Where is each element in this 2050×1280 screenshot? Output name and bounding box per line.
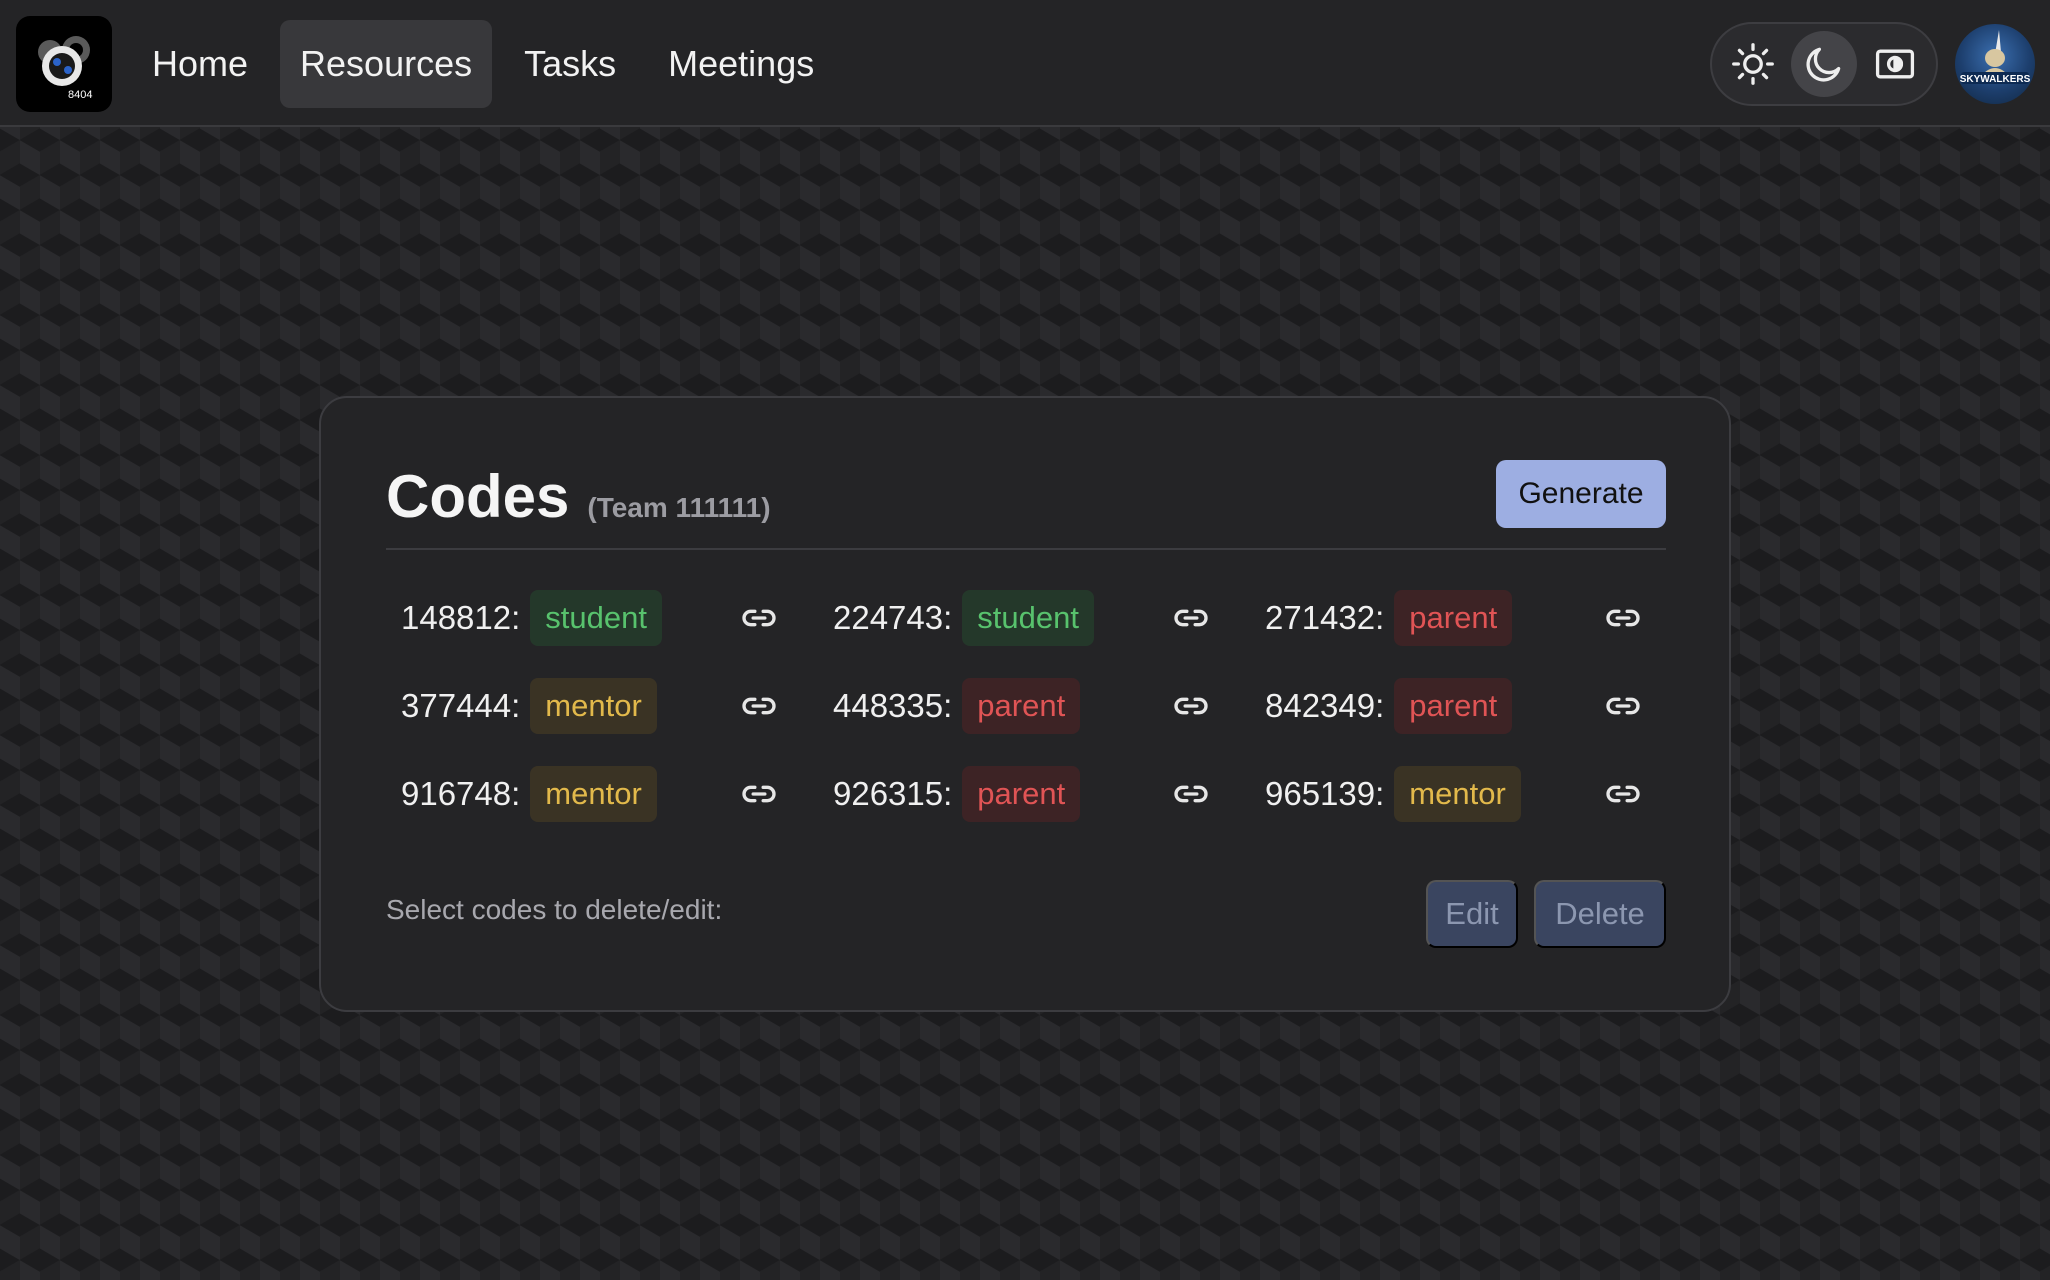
avatar-image-icon: SKYWALKERS: [1960, 30, 2031, 85]
code-number: 448335:: [833, 687, 953, 724]
role-badge: mentor: [530, 678, 657, 734]
code-item[interactable]: 965139: mentor: [1265, 762, 1697, 826]
codes-list: 148812: student 224743: student 271432: paren…: [401, 586, 1661, 826]
link-icon[interactable]: [1171, 774, 1211, 814]
theme-switcher: [1710, 22, 1938, 106]
moon-icon: [1806, 47, 1841, 82]
code-number: 377444:: [401, 687, 521, 724]
code-item[interactable]: 148812: student: [401, 586, 833, 650]
role-badge: student: [530, 590, 662, 646]
link-icon[interactable]: [1171, 686, 1211, 726]
nav-tasks[interactable]: Tasks: [504, 20, 636, 108]
system-theme-button[interactable]: [1862, 31, 1928, 97]
link-icon[interactable]: [739, 598, 779, 638]
role-badge: parent: [1394, 590, 1513, 646]
delete-button[interactable]: Delete: [1534, 880, 1666, 948]
gear-logo-icon: 8404: [38, 36, 92, 101]
code-item[interactable]: 224743: student: [833, 586, 1265, 650]
code-number: 842349:: [1265, 687, 1385, 724]
contrast-icon: [1875, 49, 1915, 79]
code-number: 271432:: [1265, 599, 1385, 636]
link-icon[interactable]: [739, 686, 779, 726]
role-badge: mentor: [530, 766, 657, 822]
nav-meetings[interactable]: Meetings: [648, 20, 834, 108]
role-badge: parent: [1394, 678, 1513, 734]
svg-text:8404: 8404: [68, 89, 92, 101]
link-icon[interactable]: [1171, 598, 1211, 638]
role-badge: parent: [962, 678, 1081, 734]
select-hint: Select codes to delete/edit:: [386, 894, 723, 925]
code-item[interactable]: 448335: parent: [833, 674, 1265, 738]
link-icon[interactable]: [1603, 598, 1643, 638]
link-icon[interactable]: [739, 774, 779, 814]
code-item[interactable]: 377444: mentor: [401, 674, 833, 738]
role-badge: student: [962, 590, 1094, 646]
code-number: 965139:: [1265, 775, 1385, 812]
light-theme-button[interactable]: [1720, 31, 1786, 97]
code-number: 224743:: [833, 599, 953, 636]
nav-resources[interactable]: Resources: [280, 20, 493, 108]
team-subtitle: (Team 111111): [587, 492, 771, 523]
code-item[interactable]: 926315: parent: [833, 762, 1265, 826]
codes-title: Codes: [386, 463, 570, 530]
role-badge: parent: [962, 766, 1081, 822]
code-item[interactable]: 271432: parent: [1265, 586, 1697, 650]
role-badge: mentor: [1394, 766, 1521, 822]
code-number: 926315:: [833, 775, 953, 812]
link-icon[interactable]: [1603, 774, 1643, 814]
edit-button[interactable]: Edit: [1426, 880, 1518, 948]
main-nav: Home Resources Tasks Meetings: [132, 20, 834, 108]
nav-home[interactable]: Home: [132, 20, 268, 108]
dark-theme-button[interactable]: [1791, 31, 1857, 97]
codes-card: Codes (Team 111111) Generate 148812: stud…: [319, 396, 1731, 1012]
code-item[interactable]: 842349: parent: [1265, 674, 1697, 738]
user-avatar[interactable]: SKYWALKERS: [1955, 24, 2035, 104]
code-number: 916748:: [401, 775, 521, 812]
page-title: Codes (Team 111111): [386, 462, 771, 543]
code-item[interactable]: 916748: mentor: [401, 762, 833, 826]
svg-text:SKYWALKERS: SKYWALKERS: [1960, 74, 2031, 85]
generate-button[interactable]: Generate: [1496, 460, 1666, 528]
top-navbar: 8404 Home Resources Tasks Meetings SKYWA…: [0, 0, 2050, 127]
codes-card-header: Codes (Team 111111) Generate: [386, 458, 1666, 550]
team-logo[interactable]: 8404: [16, 16, 112, 112]
sun-icon: [1732, 43, 1774, 85]
link-icon[interactable]: [1603, 686, 1643, 726]
code-number: 148812:: [401, 599, 521, 636]
